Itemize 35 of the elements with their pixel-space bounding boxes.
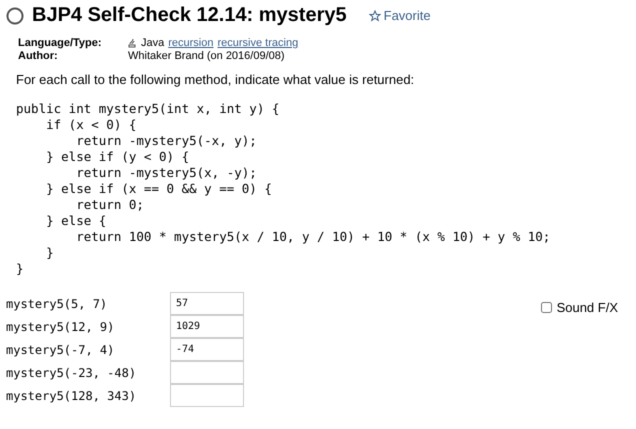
star-icon: [368, 10, 381, 22]
code-line: } else {: [45, 213, 108, 229]
sound-checkbox[interactable]: [540, 302, 552, 312]
code-line: } else if (y < 0) {: [45, 149, 190, 165]
code-line: return -mystery5(x, -y);: [75, 165, 258, 181]
circle-icon: [6, 6, 24, 24]
method-call: mystery5(-23, -48): [6, 365, 138, 382]
tag-link[interactable]: recursive tracing: [218, 37, 298, 49]
code-line: return 100 * mystery5(x / 10, y / 10) + 10 * (x % 10) + y % 10;: [75, 229, 552, 245]
answer-field[interactable]: -74: [170, 338, 244, 361]
code-line: }: [16, 261, 25, 277]
code-line: public int mystery5(int x, int y) {: [16, 101, 280, 117]
code-line: if (x < 0) {: [45, 117, 138, 133]
meta-value: Whitaker Brand (on 2016/09/08): [128, 50, 285, 62]
sound-label: Sound F/X: [556, 300, 618, 314]
answer-field[interactable]: [170, 384, 244, 407]
code-line: return -mystery5(-x, y);: [75, 133, 258, 149]
method-call: mystery5(5, 7): [6, 296, 108, 313]
instructions: For each call to the following method, indicate what value is returned:: [16, 72, 416, 87]
tag-link[interactable]: recursion: [168, 37, 214, 49]
answer-field[interactable]: [170, 361, 244, 384]
method-call: mystery5(-7, 4): [6, 342, 116, 359]
page-title: BJP4 Self-Check 12.14: mystery5: [32, 4, 347, 27]
meta-label: Author:: [18, 50, 59, 62]
favorite-link[interactable]: Favorite: [368, 8, 431, 23]
method-call: mystery5(128, 343): [6, 388, 138, 405]
meta-label: Language/Type:: [18, 37, 103, 49]
code-line: return 0;: [75, 197, 145, 213]
meta-value: Java: [141, 37, 164, 49]
answer-field[interactable]: 1029: [170, 315, 244, 338]
method-call: mystery5(12, 9): [6, 319, 116, 336]
code-line: } else if (x == 0 && y == 0) {: [45, 181, 273, 197]
answer-field[interactable]: 57: [170, 292, 244, 315]
code-line: }: [45, 245, 55, 261]
cup-icon: [128, 38, 137, 48]
